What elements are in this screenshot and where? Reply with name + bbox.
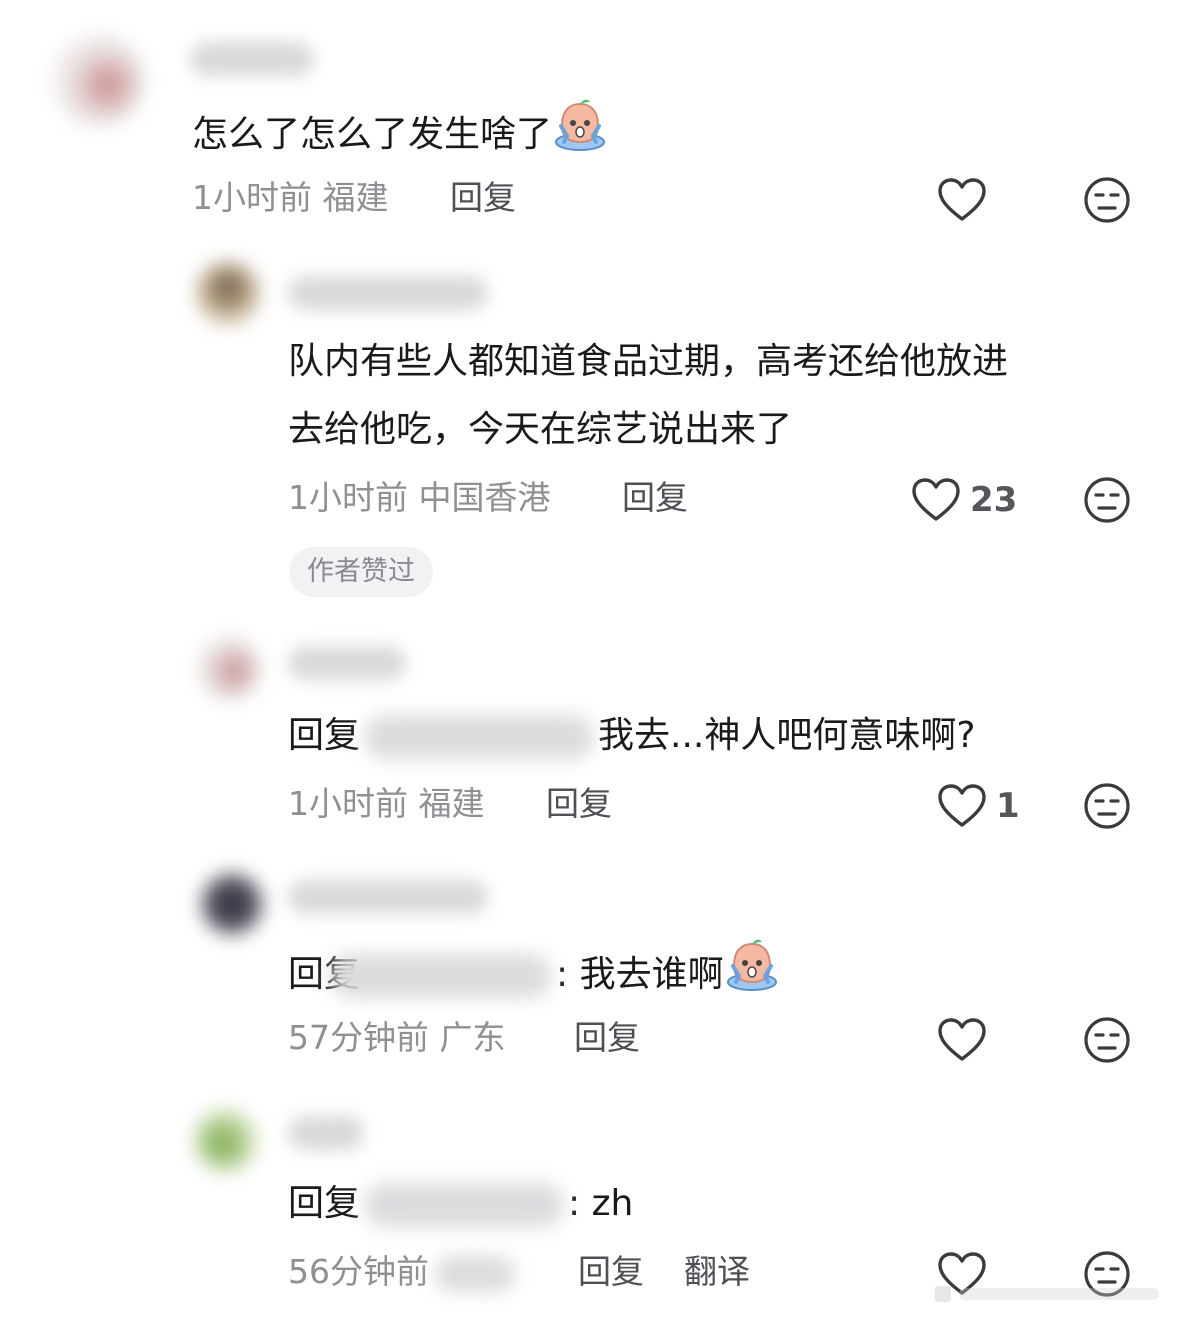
reply-button[interactable]: 回复	[578, 1250, 644, 1294]
heart-outline-icon[interactable]	[938, 178, 986, 222]
time-location: 1小时前 中国香港	[288, 478, 551, 517]
time-location: 1小时前 福建	[192, 178, 389, 217]
reply-prefix: 回复	[288, 1183, 361, 1224]
neutral-face-icon[interactable]	[1083, 476, 1131, 524]
comment-text: 回复: 我去谁啊	[288, 936, 780, 1009]
neutral-face-icon[interactable]	[1083, 782, 1131, 830]
avatar[interactable]	[200, 872, 264, 936]
comment-text: 回复 我去...神人吧何意味啊?	[288, 702, 975, 770]
like-count: 1	[996, 786, 1020, 826]
reply-button[interactable]: 回复	[546, 782, 612, 826]
heart-outline-icon[interactable]	[938, 784, 986, 828]
time-location: 56分钟前	[288, 1250, 515, 1294]
comment-text-line-1: 队内有些人都知道食品过期，高考还给他放进	[288, 341, 1009, 382]
reply-button[interactable]: 回复	[622, 476, 688, 520]
heart-outline-icon[interactable]	[912, 478, 960, 522]
translate-button[interactable]: 翻译	[684, 1250, 750, 1294]
username-blurred[interactable]	[288, 1116, 364, 1150]
neutral-face-icon[interactable]	[1083, 1016, 1131, 1064]
crying-face-emoji	[552, 96, 608, 152]
time-location: 1小时前 福建	[288, 784, 485, 823]
username-blurred[interactable]	[288, 646, 406, 680]
reply-prefix: 回复	[288, 715, 361, 756]
time-location: 57分钟前 广东	[288, 1018, 506, 1057]
crying-face-emoji	[724, 936, 780, 992]
reply-button[interactable]: 回复	[450, 176, 516, 220]
comment-text: 回复: zh	[288, 1170, 633, 1238]
comment-text-line-2: 去给他吃，今天在综艺说出来了	[288, 409, 793, 450]
mentioned-user-blurred[interactable]	[330, 954, 553, 998]
comment-text: 怎么了怎么了发生啥了	[192, 96, 608, 169]
like-count: 23	[970, 480, 1018, 520]
avatar[interactable]	[194, 1108, 258, 1172]
mentioned-user-blurred[interactable]	[364, 715, 595, 759]
reply-button[interactable]: 回复	[574, 1016, 640, 1060]
author-liked-badge: 作者赞过	[289, 547, 433, 597]
username-blurred[interactable]	[190, 42, 314, 76]
location-blurred	[435, 1255, 515, 1292]
avatar[interactable]	[196, 262, 260, 326]
watermark	[935, 1286, 1159, 1302]
heart-outline-icon[interactable]	[938, 1018, 986, 1062]
avatar[interactable]	[196, 636, 260, 700]
neutral-face-icon[interactable]	[1083, 176, 1131, 224]
username-blurred[interactable]	[288, 276, 488, 310]
mentioned-user-blurred[interactable]	[364, 1183, 565, 1227]
avatar[interactable]	[52, 34, 144, 126]
username-blurred[interactable]	[288, 880, 488, 914]
